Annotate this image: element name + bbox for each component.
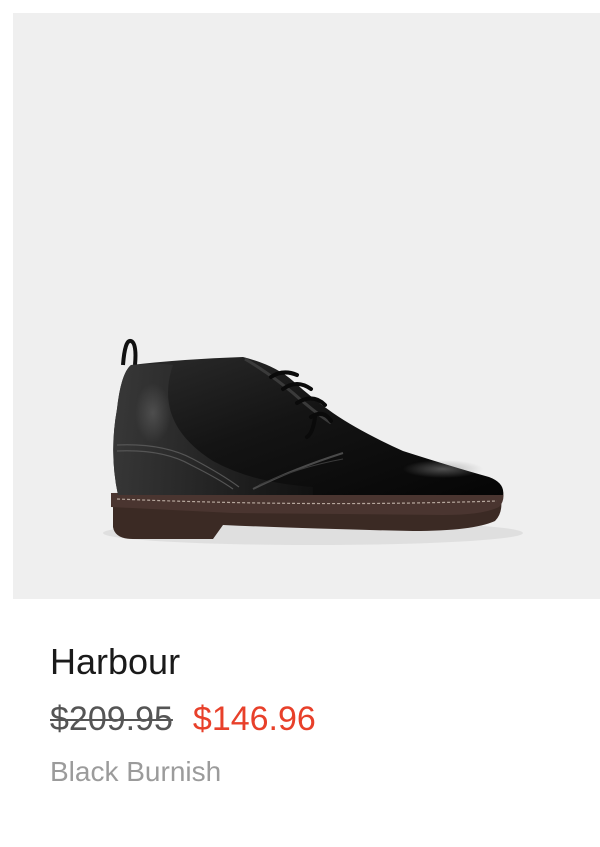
product-image[interactable] [13, 13, 600, 599]
price-row: $209.95 $146.96 [50, 696, 316, 742]
product-card[interactable]: Harbour $209.95 $146.96 Black Burnish [0, 0, 600, 847]
original-price: $209.95 [50, 700, 173, 738]
sale-price: $146.96 [192, 700, 316, 738]
chukka-boot-image [103, 338, 523, 545]
color-name: Black Burnish [50, 756, 222, 787]
product-name[interactable]: Harbour [50, 640, 180, 684]
